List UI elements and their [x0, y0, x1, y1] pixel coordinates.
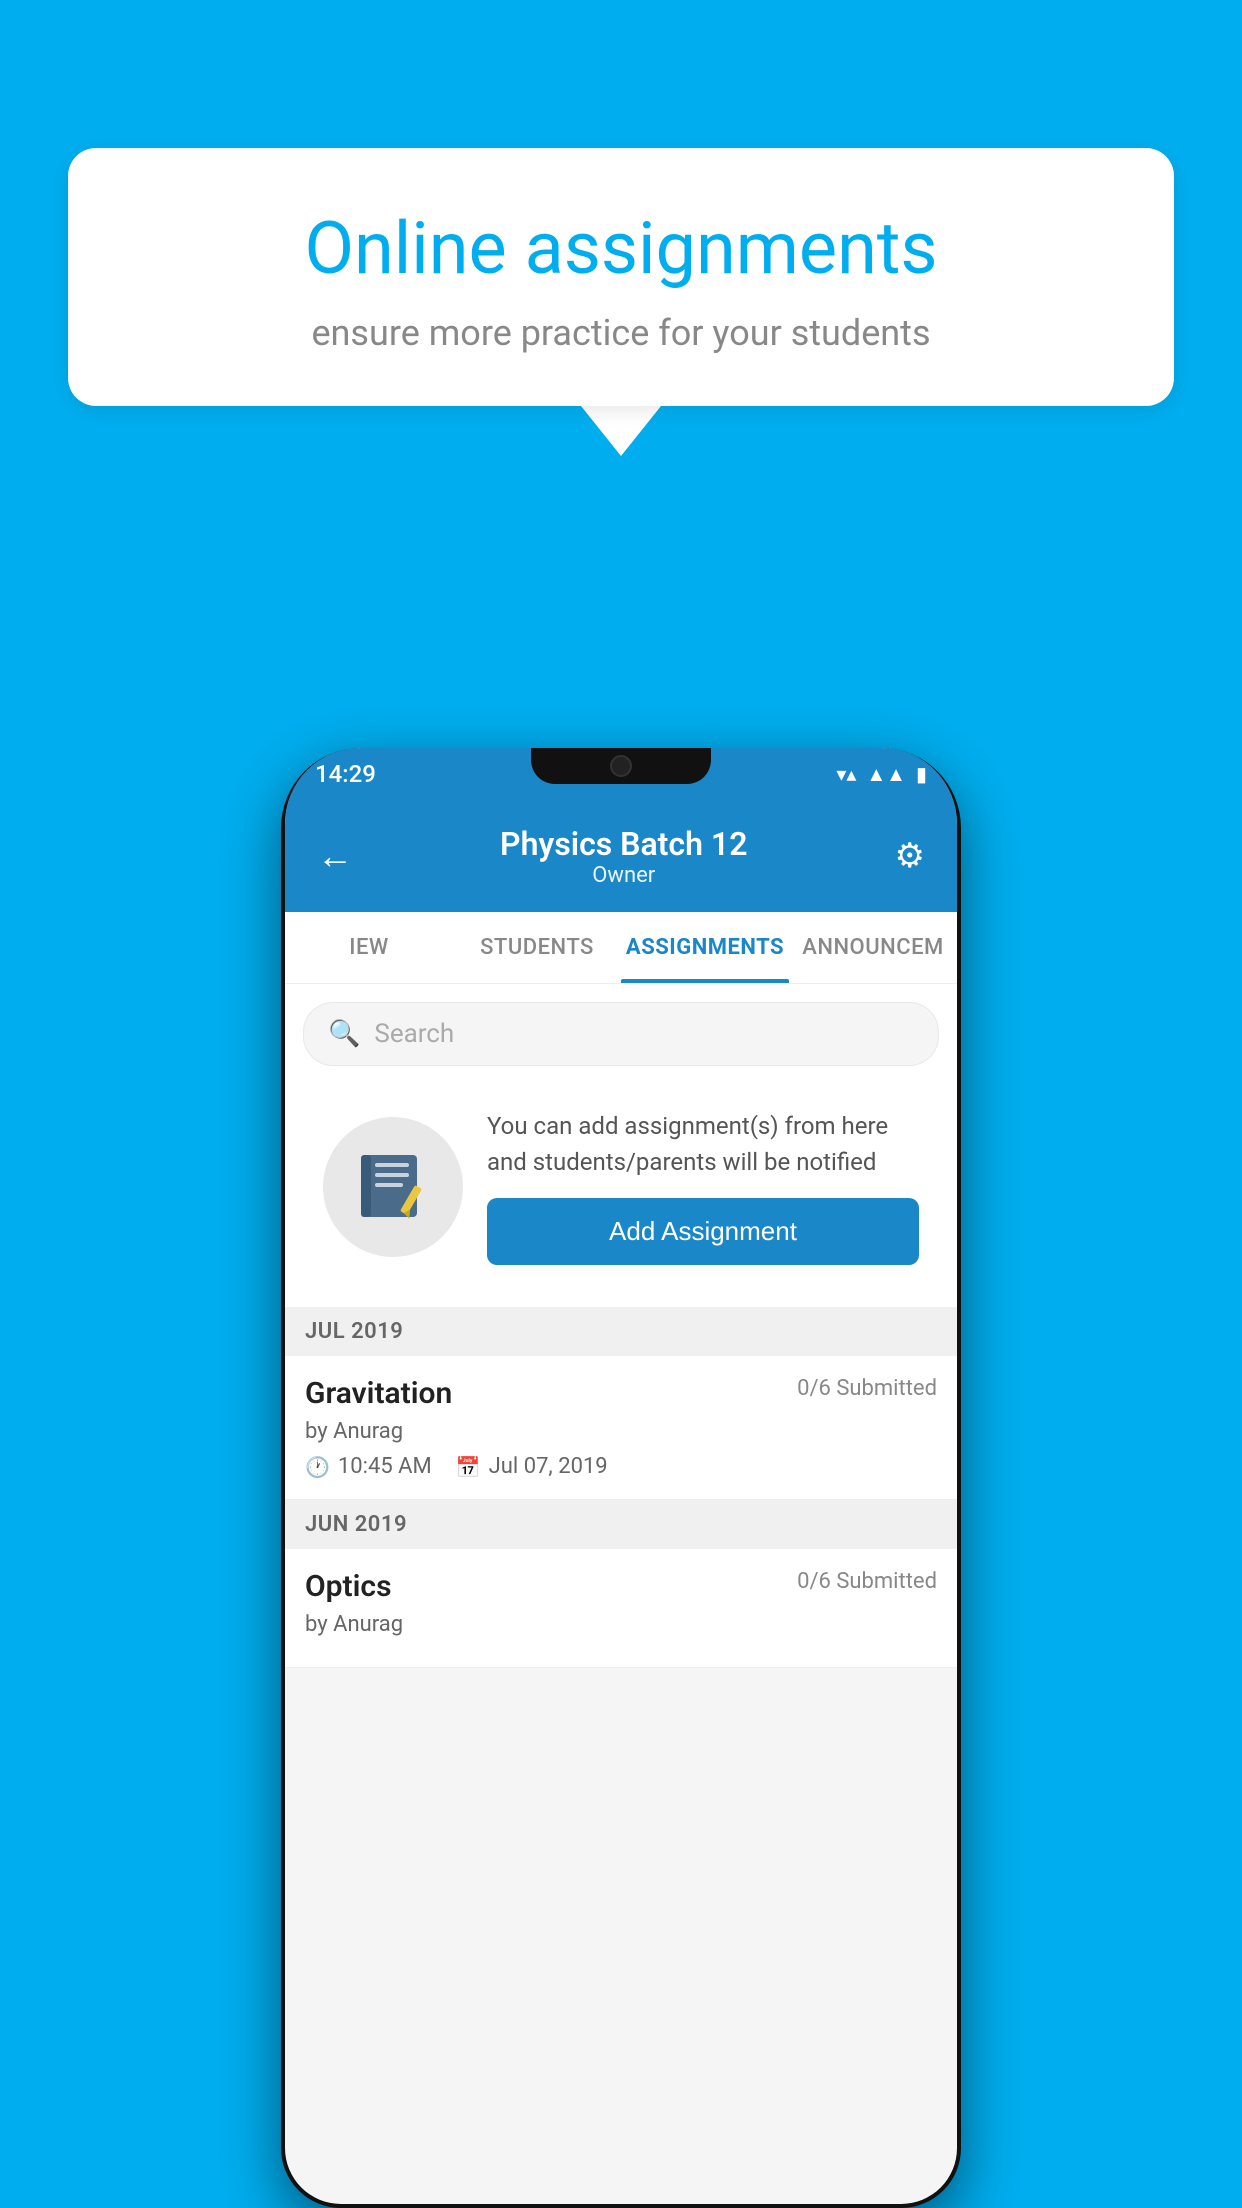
- phone-screen: 14:29 ▾▴ ▲▲ ▮ ← Physics Batch 12 Owner ⚙…: [285, 748, 957, 2204]
- assignment-title: Gravitation: [305, 1376, 452, 1411]
- search-icon: 🔍: [328, 1019, 360, 1049]
- assignment-by-optics: by Anurag: [305, 1612, 937, 1637]
- assignment-by: by Anurag: [305, 1419, 937, 1444]
- speech-bubble: Online assignments ensure more practice …: [68, 148, 1174, 406]
- calendar-icon: 📅: [456, 1455, 481, 1479]
- speech-bubble-container: Online assignments ensure more practice …: [68, 148, 1174, 456]
- signal-icon: ▲▲: [866, 762, 906, 787]
- meta-time: 🕐 10:45 AM: [305, 1454, 432, 1479]
- battery-icon: ▮: [916, 762, 927, 786]
- back-button[interactable]: ←: [309, 827, 361, 885]
- meta-date-value: Jul 07, 2019: [489, 1454, 608, 1479]
- section-header-jun2019: JUN 2019: [285, 1500, 957, 1549]
- section-header-jul2019: JUL 2019: [285, 1307, 957, 1356]
- speech-bubble-title: Online assignments: [128, 206, 1114, 292]
- add-assignment-button[interactable]: Add Assignment: [487, 1198, 919, 1265]
- status-icons: ▾▴ ▲▲ ▮: [836, 762, 927, 787]
- front-camera: [610, 755, 632, 777]
- app-bar: ← Physics Batch 12 Owner ⚙: [285, 800, 957, 912]
- speech-bubble-arrow: [581, 406, 661, 456]
- promo-description: You can add assignment(s) from here and …: [487, 1108, 919, 1180]
- assignment-item-optics[interactable]: Optics 0/6 Submitted by Anurag: [285, 1549, 957, 1668]
- meta-time-value: 10:45 AM: [338, 1454, 432, 1479]
- meta-date: 📅 Jul 07, 2019: [456, 1454, 608, 1479]
- tab-bar: IEW STUDENTS ASSIGNMENTS ANNOUNCEM: [285, 912, 957, 984]
- wifi-icon: ▾▴: [836, 762, 856, 786]
- phone-frame: 14:29 ▾▴ ▲▲ ▮ ← Physics Batch 12 Owner ⚙…: [281, 748, 961, 2208]
- promo-box: You can add assignment(s) from here and …: [303, 1084, 939, 1289]
- assignment-meta: 🕐 10:45 AM 📅 Jul 07, 2019: [305, 1454, 937, 1479]
- notebook-icon: [353, 1147, 433, 1227]
- app-bar-subtitle: Owner: [500, 863, 747, 888]
- tab-iew[interactable]: IEW: [285, 912, 453, 983]
- app-bar-center: Physics Batch 12 Owner: [500, 825, 747, 888]
- search-bar[interactable]: 🔍 Search: [303, 1002, 939, 1066]
- assignment-top-row: Gravitation 0/6 Submitted: [305, 1376, 937, 1411]
- status-time: 14:29: [315, 760, 376, 788]
- assignment-submitted: 0/6 Submitted: [797, 1376, 937, 1401]
- assignment-item-gravitation[interactable]: Gravitation 0/6 Submitted by Anurag 🕐 10…: [285, 1356, 957, 1500]
- app-bar-title: Physics Batch 12: [500, 825, 747, 863]
- tab-students[interactable]: STUDENTS: [453, 912, 621, 983]
- clock-icon: 🕐: [305, 1455, 330, 1479]
- assignment-title-optics: Optics: [305, 1569, 392, 1604]
- assignment-top-row-optics: Optics 0/6 Submitted: [305, 1569, 937, 1604]
- promo-text-area: You can add assignment(s) from here and …: [487, 1108, 919, 1265]
- tab-assignments[interactable]: ASSIGNMENTS: [621, 912, 789, 983]
- promo-icon-circle: [323, 1117, 463, 1257]
- search-placeholder: Search: [374, 1019, 454, 1049]
- speech-bubble-subtitle: ensure more practice for your students: [128, 312, 1114, 354]
- phone-notch: [531, 748, 711, 784]
- assignment-submitted-optics: 0/6 Submitted: [797, 1569, 937, 1594]
- screen-content: 🔍 Search: [285, 984, 957, 1668]
- tab-announcements[interactable]: ANNOUNCEM: [789, 912, 957, 983]
- settings-icon[interactable]: ⚙: [887, 828, 933, 884]
